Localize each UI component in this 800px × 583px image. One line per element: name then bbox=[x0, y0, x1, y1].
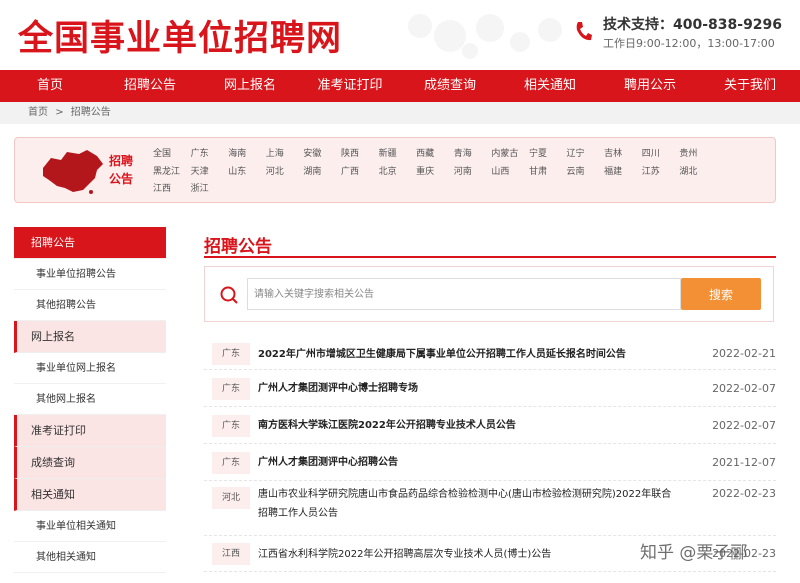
province-link[interactable]: 黑龙江 bbox=[153, 164, 191, 182]
province-link[interactable]: 陕西 bbox=[341, 146, 379, 164]
region-tag: 江西 bbox=[212, 543, 250, 565]
breadcrumb-separator: > bbox=[55, 107, 64, 118]
province-link[interactable]: 山西 bbox=[491, 164, 529, 182]
search-button[interactable]: 搜索 bbox=[681, 278, 761, 310]
announcement-date: 2022-02-07 bbox=[712, 381, 776, 395]
china-map-icon bbox=[43, 150, 103, 194]
province-link[interactable]: 河南 bbox=[454, 164, 492, 182]
region-tag: 河北 bbox=[212, 487, 250, 509]
region-tag: 广东 bbox=[212, 414, 250, 437]
region-tag: 广东 bbox=[212, 451, 250, 474]
announcement-title[interactable]: 南方医科大学珠江医院2022年公开招聘专业技术人员公告 bbox=[258, 416, 718, 435]
breadcrumb-home[interactable]: 首页 bbox=[28, 107, 48, 118]
nav-home[interactable]: 首页 bbox=[0, 70, 100, 102]
sidebar-section[interactable]: 成绩查询 bbox=[14, 447, 166, 479]
sidebar: 招聘公告 事业单位招聘公告 其他招聘公告 网上报名 事业单位网上报名 其他网上报名 准考证打… bbox=[14, 227, 166, 573]
province-link[interactable]: 内蒙古 bbox=[491, 146, 529, 164]
support-phone: 技术支持：400-838-9296 bbox=[603, 17, 783, 33]
phone-icon bbox=[576, 22, 592, 41]
sidebar-section[interactable]: 招聘公告 bbox=[14, 227, 166, 259]
region-tag: 广东 bbox=[212, 343, 250, 365]
province-link[interactable]: 四川 bbox=[642, 146, 680, 164]
province-link[interactable]: 云南 bbox=[567, 164, 605, 182]
title-divider bbox=[204, 256, 776, 258]
province-link[interactable]: 湖北 bbox=[679, 164, 717, 182]
province-link[interactable]: 重庆 bbox=[416, 164, 454, 182]
nav-admission-ticket[interactable]: 准考证打印 bbox=[300, 70, 400, 102]
province-link[interactable]: 上海 bbox=[266, 146, 304, 164]
province-link[interactable]: 全国 bbox=[153, 146, 191, 164]
sidebar-sub-item[interactable]: 事业单位网上报名 bbox=[14, 353, 166, 384]
nav-online-registration[interactable]: 网上报名 bbox=[200, 70, 300, 102]
announcement-date: 2022-02-23 bbox=[712, 487, 776, 500]
breadcrumb-current[interactable]: 招聘公告 bbox=[71, 107, 111, 118]
announcement-date: 2022-02-21 bbox=[712, 347, 776, 360]
support-hours: 工作日9:00-12:00，13:00-17:00 bbox=[603, 37, 775, 50]
sidebar-sub-item[interactable]: 事业单位招聘公告 bbox=[14, 259, 166, 290]
province-link[interactable]: 贵州 bbox=[679, 146, 717, 164]
province-link[interactable]: 安徽 bbox=[303, 146, 341, 164]
announcement-title[interactable]: 2022年广州市增城区卫生健康局下属事业单位公开招聘工作人员延长报名时间公告 bbox=[258, 345, 718, 364]
province-link[interactable]: 广西 bbox=[341, 164, 379, 182]
announcement-list: 广东 2022年广州市增城区卫生健康局下属事业单位公开招聘工作人员延长报名时间公告… bbox=[204, 338, 776, 572]
region-selector: 招聘 公告 全国 广东 海南 上海 安徽 陕西 新疆 西藏 青海 内蒙古 宁夏 辽宁 吉林 四川 贵州黑龙江… bbox=[14, 137, 776, 203]
sidebar-sub-item[interactable]: 其他相关通知 bbox=[14, 542, 166, 573]
announcement-row[interactable]: 广东 南方医科大学珠江医院2022年公开招聘专业技术人员公告 2022-02-07 bbox=[204, 407, 776, 444]
province-link[interactable]: 海南 bbox=[228, 146, 266, 164]
announcement-row[interactable]: 广东 广州人才集团测评中心招聘公告 2021-12-07 bbox=[204, 444, 776, 481]
province-link[interactable]: 浙江 bbox=[191, 181, 229, 199]
search-input[interactable] bbox=[247, 278, 681, 310]
province-link[interactable]: 吉林 bbox=[604, 146, 642, 164]
world-map-decoration bbox=[408, 14, 562, 59]
region-title: 招聘 公告 bbox=[109, 154, 134, 186]
province-link[interactable]: 天津 bbox=[191, 164, 229, 182]
sidebar-sub-item[interactable]: 其他网上报名 bbox=[14, 384, 166, 415]
announcement-row[interactable]: 河北 唐山市农业科学研究院唐山市食品药品综合检验检测中心(唐山市检验检测研究院)2… bbox=[204, 481, 776, 536]
search-icon bbox=[220, 286, 238, 304]
province-link[interactable]: 青海 bbox=[454, 146, 492, 164]
announcement-date: 2021-12-07 bbox=[712, 455, 776, 469]
province-link[interactable]: 北京 bbox=[379, 164, 417, 182]
province-link[interactable]: 河北 bbox=[266, 164, 304, 182]
announcement-title[interactable]: 唐山市农业科学研究院唐山市食品药品综合检验检测中心(唐山市检验检测研究院)202… bbox=[258, 485, 678, 523]
nav-recruitment[interactable]: 招聘公告 bbox=[100, 70, 200, 102]
site-header: 全国事业单位招聘网 技术支持：400-838-9296 工作日9:00-12:0… bbox=[0, 0, 800, 70]
sidebar-section[interactable]: 相关通知 bbox=[14, 479, 166, 511]
province-link[interactable]: 西藏 bbox=[416, 146, 454, 164]
sidebar-sub-item[interactable]: 事业单位相关通知 bbox=[14, 511, 166, 542]
province-link[interactable]: 宁夏 bbox=[529, 146, 567, 164]
nav-publicity[interactable]: 聘用公示 bbox=[600, 70, 700, 102]
province-link[interactable]: 湖南 bbox=[303, 164, 341, 182]
announcement-row[interactable]: 广东 2022年广州市增城区卫生健康局下属事业单位公开招聘工作人员延长报名时间公告… bbox=[204, 338, 776, 370]
nav-notices[interactable]: 相关通知 bbox=[500, 70, 600, 102]
nav-about[interactable]: 关于我们 bbox=[700, 70, 800, 102]
province-link[interactable]: 辽宁 bbox=[567, 146, 605, 164]
province-link[interactable]: 广东 bbox=[191, 146, 229, 164]
province-link[interactable]: 新疆 bbox=[379, 146, 417, 164]
province-link[interactable]: 江苏 bbox=[642, 164, 680, 182]
province-link[interactable]: 福建 bbox=[604, 164, 642, 182]
breadcrumb: 首页 > 招聘公告 bbox=[0, 102, 800, 124]
main-nav: 首页 招聘公告 网上报名 准考证打印 成绩查询 相关通知 聘用公示 关于我们 bbox=[0, 70, 800, 102]
province-link[interactable]: 山东 bbox=[228, 164, 266, 182]
site-logo[interactable]: 全国事业单位招聘网 bbox=[18, 10, 342, 61]
page-title: 招聘公告 bbox=[204, 237, 272, 257]
announcement-date: 2022-02-07 bbox=[712, 418, 776, 432]
announcement-title[interactable]: 广州人才集团测评中心博士招聘专场 bbox=[258, 379, 718, 398]
province-link[interactable]: 甘肃 bbox=[529, 164, 567, 182]
announcement-title[interactable]: 广州人才集团测评中心招聘公告 bbox=[258, 453, 718, 472]
announcement-row[interactable]: 广东 广州人才集团测评中心博士招聘专场 2022-02-07 bbox=[204, 370, 776, 407]
search-panel: 搜索 bbox=[204, 266, 774, 322]
nav-score-query[interactable]: 成绩查询 bbox=[400, 70, 500, 102]
province-link[interactable]: 江西 bbox=[153, 181, 191, 199]
sidebar-section[interactable]: 网上报名 bbox=[14, 321, 166, 353]
region-tag: 广东 bbox=[212, 377, 250, 400]
sidebar-sub-item[interactable]: 其他招聘公告 bbox=[14, 290, 166, 321]
province-list: 全国 广东 海南 上海 安徽 陕西 新疆 西藏 青海 内蒙古 宁夏 辽宁 吉林 四川 贵州黑龙江 天津 山东 河北… bbox=[153, 146, 753, 199]
watermark: 知乎 @栗子郦 bbox=[640, 543, 748, 563]
sidebar-section[interactable]: 准考证打印 bbox=[14, 415, 166, 447]
